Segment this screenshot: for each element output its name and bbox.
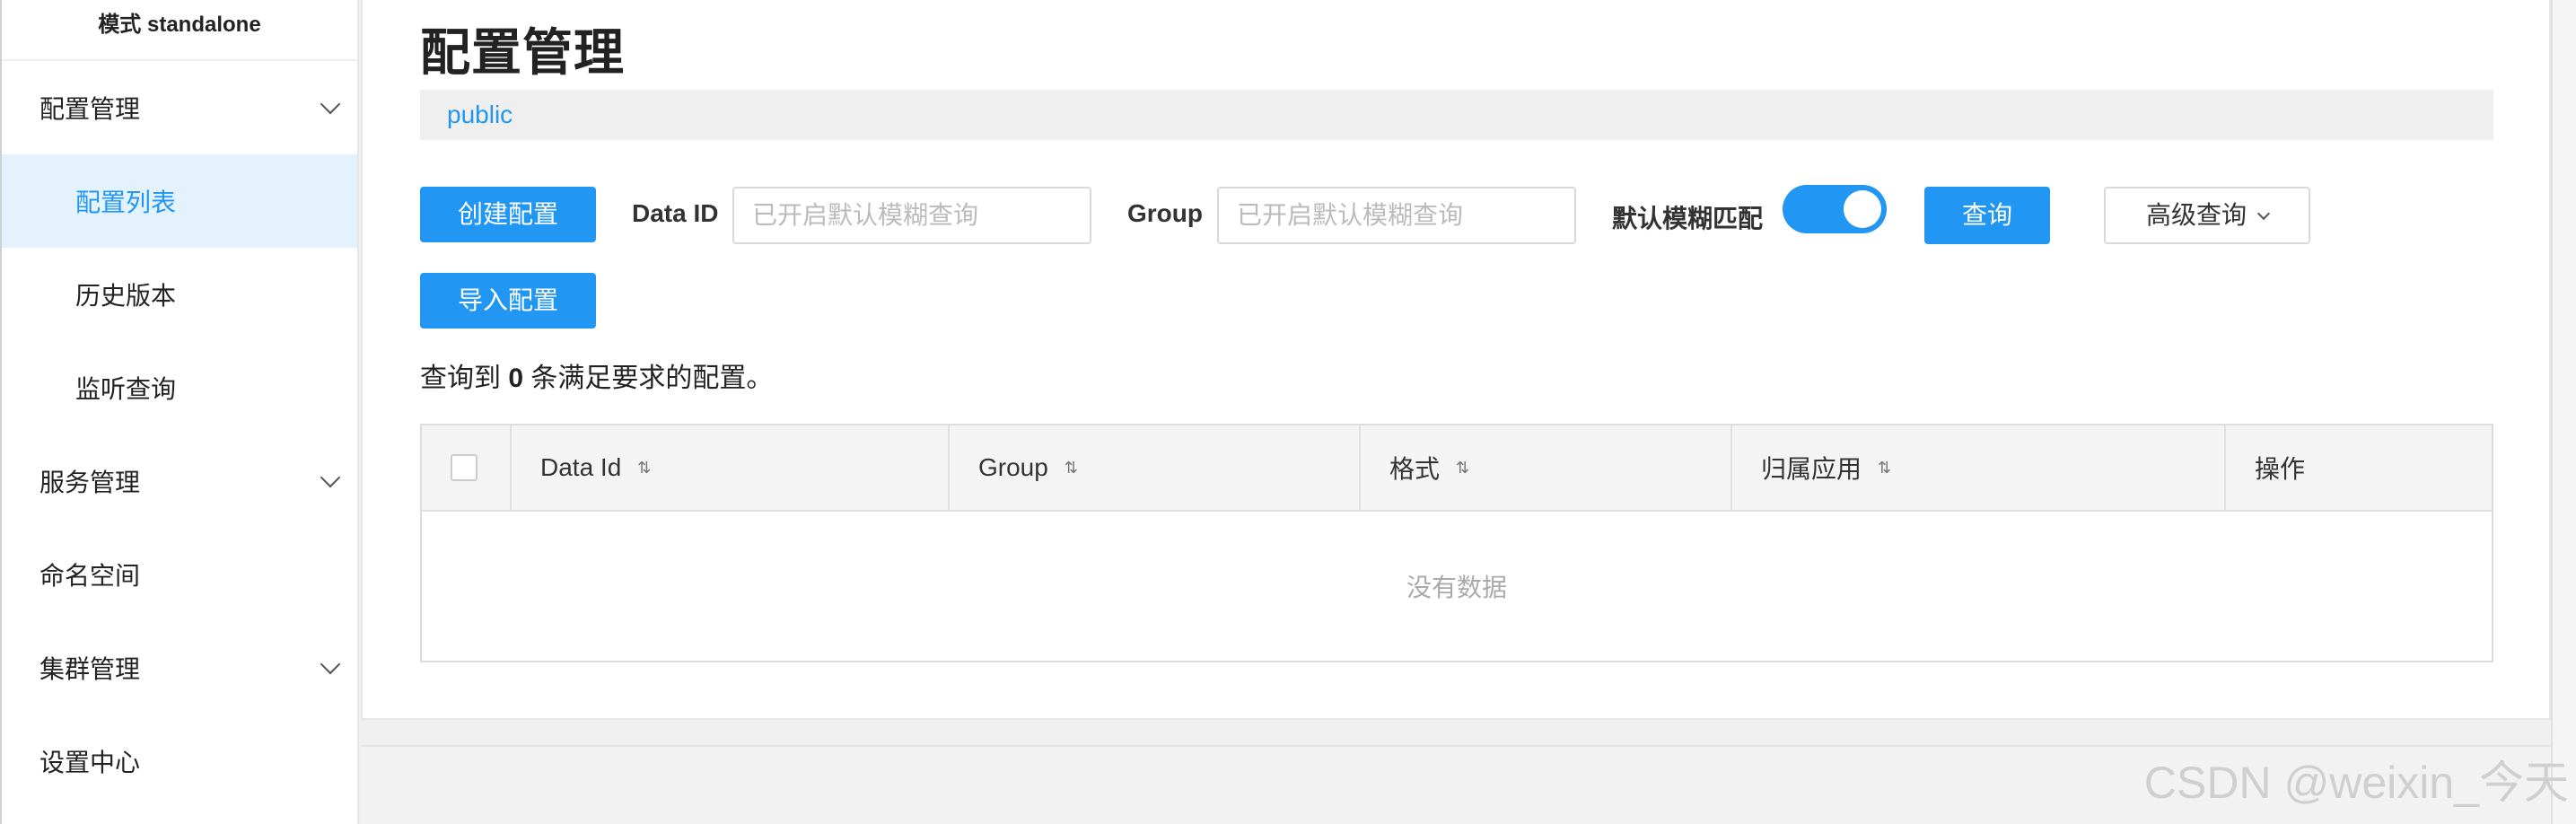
data-id-label: Data ID — [632, 199, 719, 227]
import-config-button[interactable]: 导入配置 — [420, 273, 596, 329]
scrollbar-track[interactable] — [2551, 0, 2576, 824]
sidebar-item-label: 设置中心 — [39, 749, 141, 776]
sidebar-item-listener-query[interactable]: 监听查询 — [2, 341, 357, 434]
sidebar-item-label: 历史版本 — [75, 282, 177, 310]
column-header-group[interactable]: Group ⇅ — [950, 425, 1361, 510]
table-header: Data Id ⇅ Group ⇅ 格式 ⇅ 归属应用 ⇅ 操作 — [422, 425, 2492, 512]
namespace-link[interactable]: public — [447, 101, 513, 128]
column-label: 格式 — [1389, 455, 1441, 483]
result-prefix: 查询到 — [420, 364, 509, 393]
fuzzy-match-label: 默认模糊匹配 — [1612, 205, 1764, 232]
column-label: 操作 — [2255, 455, 2306, 483]
namespace-bar: public — [420, 90, 2493, 140]
advanced-query-button[interactable]: 高级查询 — [2104, 187, 2310, 244]
chevron-down-icon — [320, 467, 341, 488]
sidebar-item-label: 集群管理 — [39, 655, 141, 683]
group-label: Group — [1127, 199, 1203, 227]
column-label: Data Id — [540, 453, 622, 481]
result-count: 0 — [508, 364, 524, 393]
page-title: 配置管理 — [420, 24, 625, 81]
column-header-app[interactable]: 归属应用 ⇅ — [1732, 425, 2226, 510]
watermark: CSDN @weixin_今天 — [2143, 758, 2569, 808]
sidebar-item-namespace[interactable]: 命名空间 — [2, 528, 357, 621]
group-input[interactable] — [1217, 187, 1576, 244]
column-label: 归属应用 — [1761, 455, 1862, 483]
result-summary: 查询到 0 条满足要求的配置。 — [420, 355, 773, 395]
query-button[interactable]: 查询 — [1924, 187, 2050, 244]
sidebar-item-label: 监听查询 — [75, 375, 177, 403]
chevron-down-icon — [320, 653, 341, 675]
config-table: Data Id ⇅ Group ⇅ 格式 ⇅ 归属应用 ⇅ 操作 没有数据 — [420, 424, 2493, 662]
result-suffix: 条满足要求的配置。 — [523, 364, 774, 393]
sidebar-item-label: 命名空间 — [39, 562, 141, 590]
chevron-down-icon — [2256, 206, 2271, 221]
fuzzy-match-toggle[interactable] — [1783, 185, 1887, 233]
sort-icon[interactable]: ⇅ — [1065, 459, 1078, 478]
column-header-actions: 操作 — [2226, 425, 2492, 510]
chevron-down-icon — [320, 93, 341, 115]
sidebar-item-label: 配置列表 — [75, 188, 177, 216]
select-all-cell — [422, 425, 512, 510]
column-header-data-id[interactable]: Data Id ⇅ — [512, 425, 950, 510]
column-header-format[interactable]: 格式 ⇅ — [1361, 425, 1732, 510]
sort-icon[interactable]: ⇅ — [637, 459, 651, 478]
advanced-query-label: 高级查询 — [2145, 201, 2247, 229]
sidebar-item-service-management[interactable]: 服务管理 — [2, 434, 357, 528]
sort-icon[interactable]: ⇅ — [1878, 459, 1891, 478]
sidebar-item-config-list[interactable]: 配置列表 — [2, 154, 357, 248]
mode-label: 模式 standalone — [2, 0, 357, 61]
sidebar: 模式 standalone 配置管理 配置列表 历史版本 监听查询 服务管理 命… — [0, 0, 359, 824]
create-config-button[interactable]: 创建配置 — [420, 187, 596, 242]
sidebar-item-label: 服务管理 — [39, 469, 141, 496]
sidebar-item-cluster-management[interactable]: 集群管理 — [2, 621, 357, 714]
sidebar-item-history[interactable]: 历史版本 — [2, 248, 357, 341]
column-label: Group — [978, 453, 1048, 481]
sidebar-item-settings[interactable]: 设置中心 — [2, 714, 357, 808]
main-content: 配置管理 public 创建配置 Data ID Group 默认模糊匹配 查询… — [361, 0, 2551, 720]
toggle-knob — [1844, 190, 1881, 228]
select-all-checkbox[interactable] — [451, 454, 478, 481]
sidebar-item-label: 配置管理 — [39, 95, 141, 123]
data-id-input[interactable] — [732, 187, 1091, 244]
sort-icon[interactable]: ⇅ — [1456, 459, 1469, 478]
sidebar-item-config-management[interactable]: 配置管理 — [2, 61, 357, 154]
empty-state: 没有数据 — [1406, 574, 1507, 601]
